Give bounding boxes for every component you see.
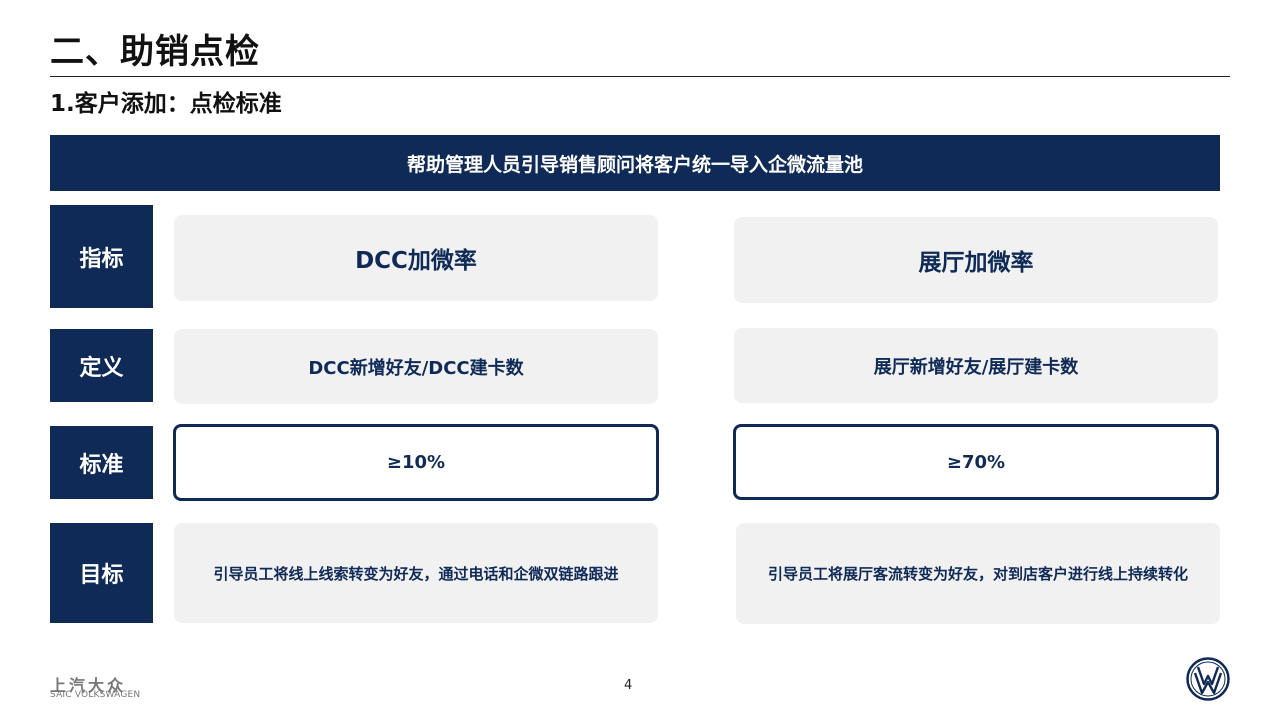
goal-dcc-cell: 引导员工将线上线索转变为好友，通过电话和企微双链路跟进: [174, 523, 658, 623]
metric-dcc-cell: DCC加微率: [174, 215, 658, 301]
row-label-goal: 目标: [50, 523, 153, 623]
row-label-metric: 指标: [50, 205, 153, 308]
vw-logo-icon: [1186, 657, 1230, 701]
page-number: 4: [624, 678, 633, 693]
definition-dcc-cell: DCC新增好友/DCC建卡数: [174, 329, 658, 404]
section-subtitle: 1.客户添加：点检标准: [50, 91, 282, 117]
standard-dcc-cell: ≥10%: [173, 424, 659, 501]
goal-showroom-cell: 引导员工将展厅客流转变为好友，对到店客户进行线上持续转化: [736, 523, 1220, 624]
page-title: 二、助销点检: [50, 32, 260, 72]
row-label-definition: 定义: [50, 329, 153, 402]
standard-showroom-cell: ≥70%: [733, 424, 1219, 500]
title-divider: [50, 76, 1230, 77]
row-label-standard: 标准: [50, 426, 153, 499]
metric-showroom-cell: 展厅加微率: [734, 217, 1218, 303]
definition-showroom-cell: 展厅新增好友/展厅建卡数: [734, 328, 1218, 403]
brand-name-en: SAIC VOLKSWAGEN: [50, 690, 141, 700]
summary-banner: 帮助管理人员引导销售顾问将客户统一导入企微流量池: [50, 135, 1220, 191]
